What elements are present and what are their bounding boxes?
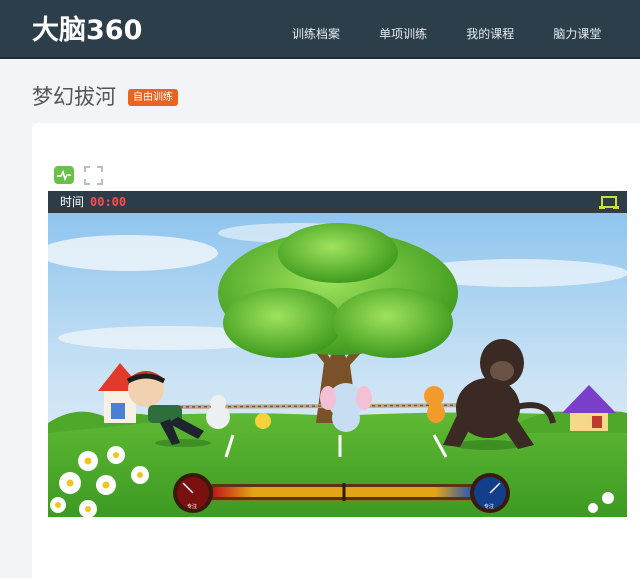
nav-item-brain-class[interactable]: 脑力课堂	[553, 26, 601, 42]
main-nav: 训练档案 单项训练 我的课程 脑力课堂 脑电	[292, 23, 640, 42]
balance-meter	[178, 483, 498, 501]
right-attention-gauge: 专注	[470, 473, 510, 513]
helper-chick	[255, 413, 271, 429]
nav-item-single-training[interactable]: 单项训练	[379, 26, 427, 42]
monitor-icon[interactable]	[54, 166, 74, 184]
logo[interactable]: 大脑360	[32, 14, 142, 48]
timer-value: 00:00	[90, 195, 127, 209]
top-navigation-bar: 大脑360 训练档案 单项训练 我的课程 脑力课堂 脑电	[0, 0, 640, 59]
game-area[interactable]: 时间 00:00 专注 专注	[48, 191, 627, 517]
mode-badge: 自由训练	[128, 89, 178, 106]
left-meter-label: 专注	[187, 503, 197, 510]
timer-label: 时间	[60, 195, 85, 209]
balance-meter-marker	[342, 483, 346, 501]
right-meter-label: 专注	[484, 503, 494, 510]
tug-of-war-scene: 专注 专注	[48, 213, 627, 517]
fullscreen-icon[interactable]	[84, 166, 103, 185]
page-title: 梦幻拔河	[32, 85, 116, 109]
game-status-bar: 时间 00:00	[48, 191, 627, 213]
left-attention-gauge: 专注	[173, 473, 213, 513]
nav-item-training-archive[interactable]: 训练档案	[292, 26, 340, 42]
nav-item-my-courses[interactable]: 我的课程	[466, 26, 514, 42]
exit-icon[interactable]	[598, 194, 620, 210]
